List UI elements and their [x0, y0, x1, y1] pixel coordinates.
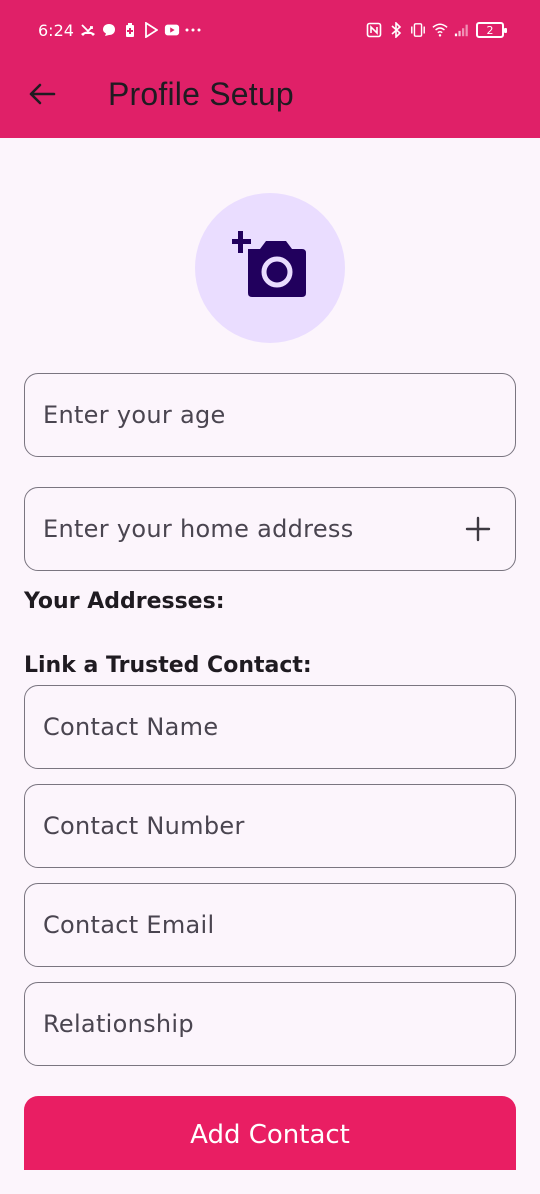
age-input[interactable]: Enter your age — [24, 373, 516, 457]
page-title: Profile Setup — [108, 76, 294, 112]
home-address-placeholder: Enter your home address — [43, 515, 354, 543]
back-button[interactable] — [22, 76, 62, 116]
battery-icon: 2 — [476, 22, 507, 38]
status-bar: 6:24 2 — [0, 0, 540, 62]
signal-icon — [454, 20, 470, 40]
contact-number-placeholder: Contact Number — [43, 812, 245, 840]
nfc-icon — [366, 20, 382, 40]
arrow-back-icon — [28, 82, 56, 111]
missed-call-icon — [80, 20, 96, 40]
age-input-placeholder: Enter your age — [43, 401, 226, 429]
contact-email-placeholder: Contact Email — [43, 911, 215, 939]
contact-name-placeholder: Contact Name — [43, 713, 219, 741]
home-address-input[interactable]: Enter your home address — [24, 487, 516, 571]
status-left-icons — [80, 20, 201, 40]
chat-bubble-icon — [101, 20, 117, 40]
plus-icon[interactable] — [463, 514, 493, 544]
trusted-contact-heading: Link a Trusted Contact: — [24, 653, 312, 678]
add-photo-button[interactable] — [195, 193, 345, 343]
contact-email-input[interactable]: Contact Email — [24, 883, 516, 967]
vibrate-icon — [410, 20, 426, 40]
relationship-input[interactable]: Relationship — [24, 982, 516, 1066]
contact-number-input[interactable]: Contact Number — [24, 784, 516, 868]
add-contact-button[interactable]: Add Contact — [24, 1096, 516, 1180]
bottom-edge — [0, 1170, 540, 1194]
status-time: 6:24 — [38, 21, 74, 40]
battery-level: 2 — [486, 23, 494, 37]
relationship-placeholder: Relationship — [43, 1010, 194, 1038]
battery-saver-icon — [122, 20, 138, 40]
play-store-icon — [143, 20, 159, 40]
bluetooth-icon — [388, 20, 404, 40]
wifi-icon — [432, 20, 448, 40]
more-dots-icon — [185, 20, 201, 40]
add-a-photo-icon — [230, 230, 308, 306]
contact-name-input[interactable]: Contact Name — [24, 685, 516, 769]
youtube-icon — [164, 20, 180, 40]
status-right-icons: 2 — [366, 20, 507, 40]
addresses-heading: Your Addresses: — [24, 589, 225, 614]
add-contact-label: Add Contact — [190, 1120, 350, 1150]
